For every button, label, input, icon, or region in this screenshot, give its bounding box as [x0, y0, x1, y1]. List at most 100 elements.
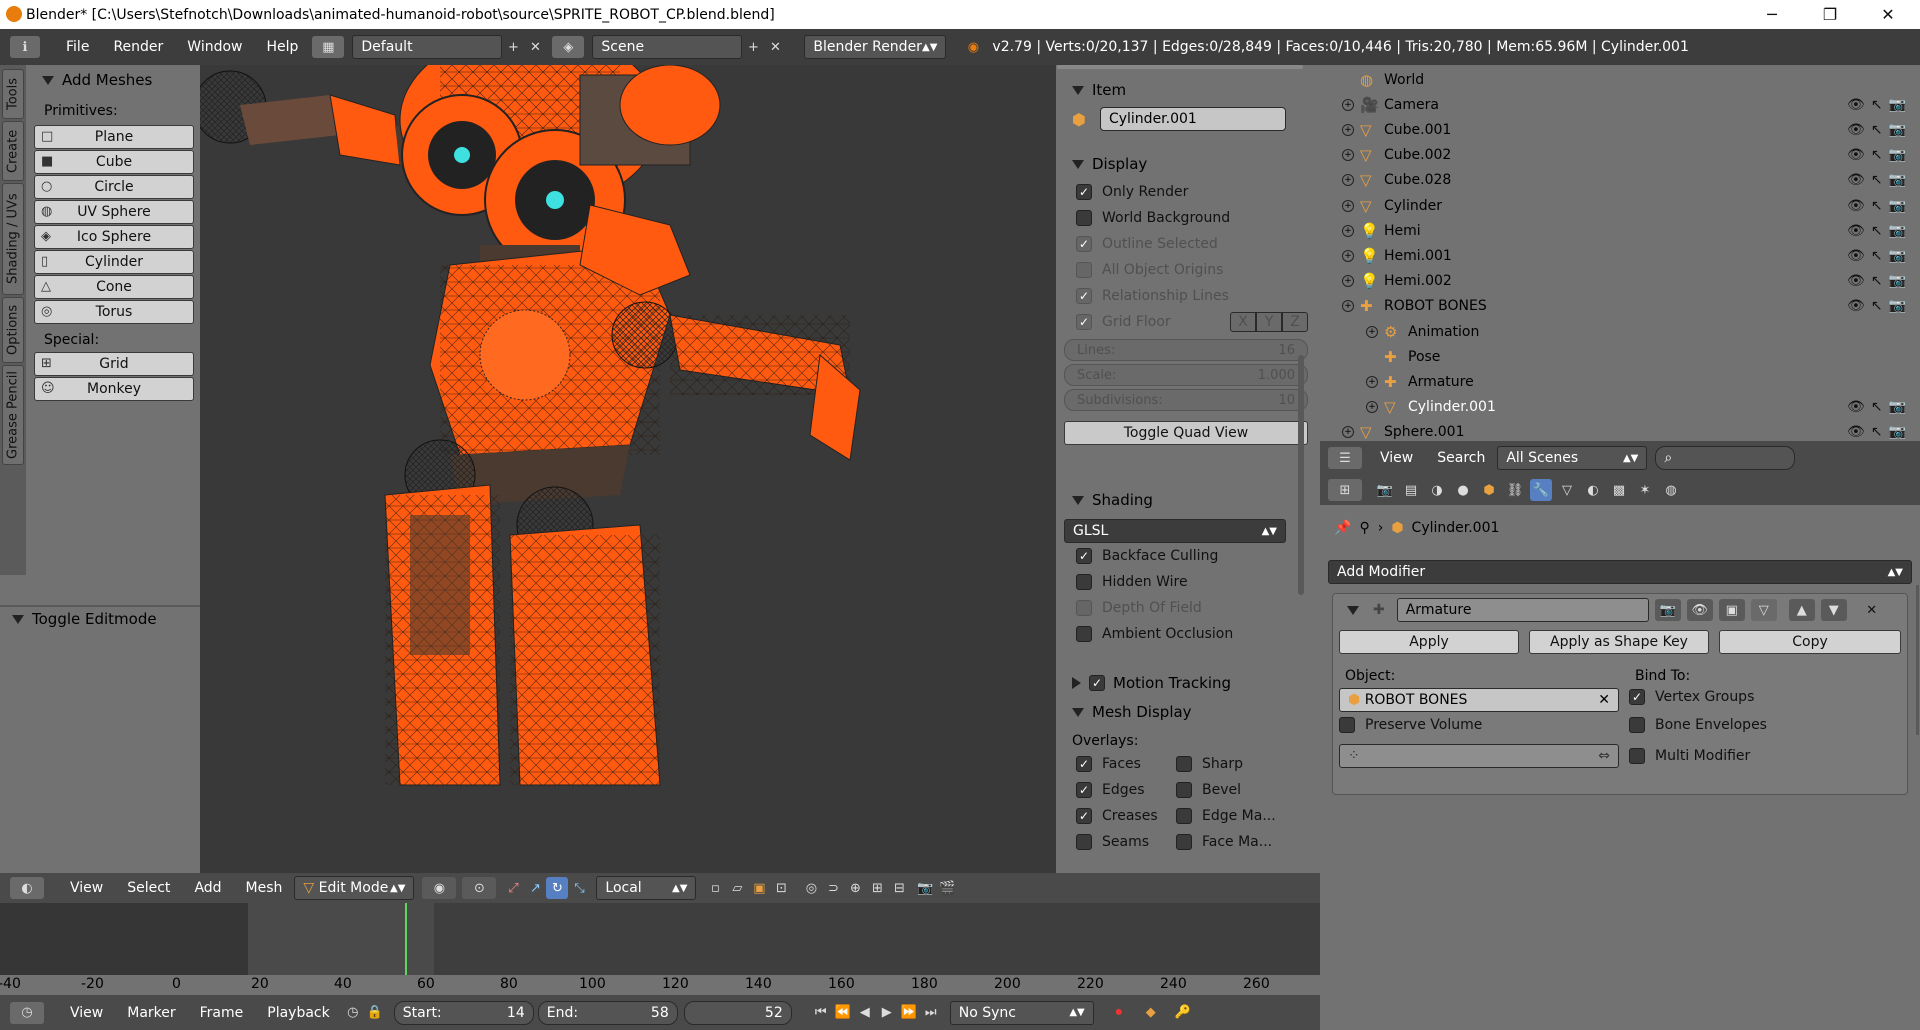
menu-add[interactable]: Add: [182, 880, 233, 896]
layers-tab-icon[interactable]: ▤: [1400, 479, 1422, 501]
outliner-row-armature[interactable]: + ✚ Armature: [1320, 369, 1920, 394]
add-cube-button[interactable]: ■ Cube: [34, 150, 194, 174]
current-frame-indicator[interactable]: [405, 903, 407, 975]
tab-options[interactable]: Options: [2, 297, 24, 363]
checkbox[interactable]: ✓: [1076, 756, 1092, 772]
copy-button[interactable]: Copy: [1719, 630, 1901, 654]
camera-icon[interactable]: 📷: [1889, 273, 1906, 289]
preview-range-icon[interactable]: ◷: [342, 1002, 364, 1024]
checkbox[interactable]: ✓: [1076, 288, 1092, 304]
transform-orientation-select[interactable]: Local ▲▼: [596, 876, 697, 900]
move-up-icon[interactable]: ▲: [1788, 599, 1815, 621]
expand-icon[interactable]: +: [1342, 249, 1354, 262]
outliner-row-hemi-001[interactable]: + 💡 Hemi.001 👁 ↖ 📷: [1320, 243, 1920, 268]
cursor-icon[interactable]: ↖: [1871, 223, 1883, 239]
render-toggle-icon[interactable]: 📷: [1654, 599, 1681, 621]
render-preview-icon[interactable]: 📷: [914, 877, 936, 899]
expand-icon[interactable]: +: [1342, 426, 1354, 439]
toggle-editmode-header[interactable]: Toggle Editmode: [4, 606, 196, 632]
data-tab-icon[interactable]: ▽: [1556, 479, 1578, 501]
add-scene-icon[interactable]: +: [742, 36, 764, 58]
cursor-icon[interactable]: ↖: [1871, 424, 1883, 440]
npanel-scrollbar[interactable]: [1298, 355, 1304, 595]
keyframe-insert-icon[interactable]: 🔑: [1172, 1002, 1194, 1024]
play-reverse-icon[interactable]: ◀: [854, 1002, 876, 1024]
display-mode-select[interactable]: All Scenes ▲▼: [1497, 446, 1648, 470]
expand-icon[interactable]: +: [1342, 224, 1354, 237]
grid-lines-slider[interactable]: Lines: 16: [1064, 339, 1308, 361]
physics-tab-icon[interactable]: ◍: [1660, 479, 1682, 501]
jump-key-back-icon[interactable]: ⏪: [832, 1002, 854, 1024]
outliner-editor-icon[interactable]: ☰: [1328, 447, 1362, 469]
properties-scrollbar[interactable]: [1916, 585, 1919, 735]
cursor-icon[interactable]: ↖: [1871, 399, 1883, 415]
cursor-icon[interactable]: ↖: [1871, 248, 1883, 264]
apply-as-shape-key-button[interactable]: Apply as Shape Key: [1529, 630, 1709, 654]
eye-icon[interactable]: 👁: [1847, 97, 1865, 113]
menu-help[interactable]: Help: [254, 39, 310, 55]
display-header[interactable]: Display: [1064, 151, 1308, 177]
toggle-quad-view-button[interactable]: Toggle Quad View: [1064, 421, 1308, 445]
checkbox[interactable]: [1176, 834, 1192, 850]
expand-icon[interactable]: +: [1366, 401, 1378, 414]
camera-icon[interactable]: 📷: [1889, 298, 1906, 314]
vertex-groups-checkbox[interactable]: ✓: [1629, 689, 1645, 705]
end-frame-field[interactable]: End: 58: [537, 1000, 678, 1025]
properties-editor-icon[interactable]: ⊞: [1328, 479, 1362, 501]
checkbox[interactable]: ✓: [1076, 782, 1092, 798]
add-cone-button[interactable]: △ Cone: [34, 275, 194, 299]
checkbox[interactable]: [1176, 808, 1192, 824]
layout-icon[interactable]: ▦: [312, 36, 345, 58]
outliner-search-menu[interactable]: Search: [1425, 450, 1497, 466]
maximize-button[interactable]: ❐: [1801, 0, 1859, 29]
outliner-row-cube-028[interactable]: + ▽ Cube.028 👁 ↖ 📷: [1320, 168, 1920, 193]
expand-icon[interactable]: +: [1342, 98, 1354, 111]
constraints-tab-icon[interactable]: ⛓: [1504, 479, 1526, 501]
render-animation-icon[interactable]: 🎬: [936, 877, 958, 899]
tab-shading-uvs[interactable]: Shading / UVs: [2, 183, 24, 295]
keying-set-icon[interactable]: ◆: [1140, 1002, 1162, 1024]
cursor-icon[interactable]: ↖: [1871, 122, 1883, 138]
outliner-row-hemi-002[interactable]: + 💡 Hemi.002 👁 ↖ 📷: [1320, 269, 1920, 294]
outliner-row-pose[interactable]: ✚ Pose: [1320, 344, 1920, 369]
checkbox[interactable]: [1076, 834, 1092, 850]
scene-select[interactable]: Scene: [592, 35, 743, 59]
grid-floor-checkbox[interactable]: ✓: [1076, 314, 1092, 330]
viewport-shading-icon[interactable]: ◉: [422, 877, 457, 899]
vertex-group-field[interactable]: ⁘ ⇔: [1339, 744, 1619, 768]
record-icon[interactable]: ⏺: [1108, 1002, 1130, 1024]
camera-icon[interactable]: 📷: [1889, 97, 1906, 113]
eye-icon[interactable]: 👁: [1847, 172, 1865, 188]
jump-start-icon[interactable]: ⏮: [810, 1002, 832, 1024]
tab-tools[interactable]: Tools: [2, 69, 24, 119]
checkbox[interactable]: [1176, 756, 1192, 772]
outliner-row-hemi[interactable]: + 💡 Hemi 👁 ↖ 📷: [1320, 218, 1920, 243]
add-cylinder-button[interactable]: ▯ Cylinder: [34, 250, 194, 274]
jump-end-icon[interactable]: ⏭: [920, 1002, 942, 1024]
expand-icon[interactable]: +: [1342, 300, 1354, 313]
cursor-icon[interactable]: ↖: [1871, 147, 1883, 163]
menu-frame[interactable]: Frame: [188, 1005, 256, 1021]
camera-icon[interactable]: 📷: [1889, 172, 1906, 188]
grid-axis-y[interactable]: Y: [1256, 312, 1282, 332]
eye-icon[interactable]: 👁: [1847, 223, 1865, 239]
checkbox[interactable]: [1176, 782, 1192, 798]
expand-icon[interactable]: +: [1342, 199, 1354, 212]
preserve-volume-checkbox[interactable]: [1339, 717, 1355, 733]
start-frame-field[interactable]: Start: 14: [393, 1000, 534, 1025]
cage-toggle-icon[interactable]: ▽: [1750, 599, 1777, 621]
menu-mesh[interactable]: Mesh: [234, 880, 295, 896]
add-circle-button[interactable]: ○ Circle: [34, 175, 194, 199]
tab-create[interactable]: Create: [2, 121, 24, 181]
menu-select[interactable]: Select: [115, 880, 182, 896]
camera-icon[interactable]: 📷: [1889, 248, 1906, 264]
robot-wireframe-model[interactable]: [200, 65, 1056, 873]
cursor-icon[interactable]: ↖: [1871, 298, 1883, 314]
shading-mode-select[interactable]: GLSL ▲▼: [1064, 519, 1286, 543]
tab-grease-pencil[interactable]: Grease Pencil: [2, 365, 24, 465]
vertex-select-icon[interactable]: ▫: [704, 877, 726, 899]
add-layout-icon[interactable]: +: [502, 36, 524, 58]
object-name-field[interactable]: Cylinder.001: [1099, 107, 1286, 131]
modifier-name-field[interactable]: Armature: [1396, 598, 1649, 622]
layout-select[interactable]: Default: [352, 35, 503, 59]
